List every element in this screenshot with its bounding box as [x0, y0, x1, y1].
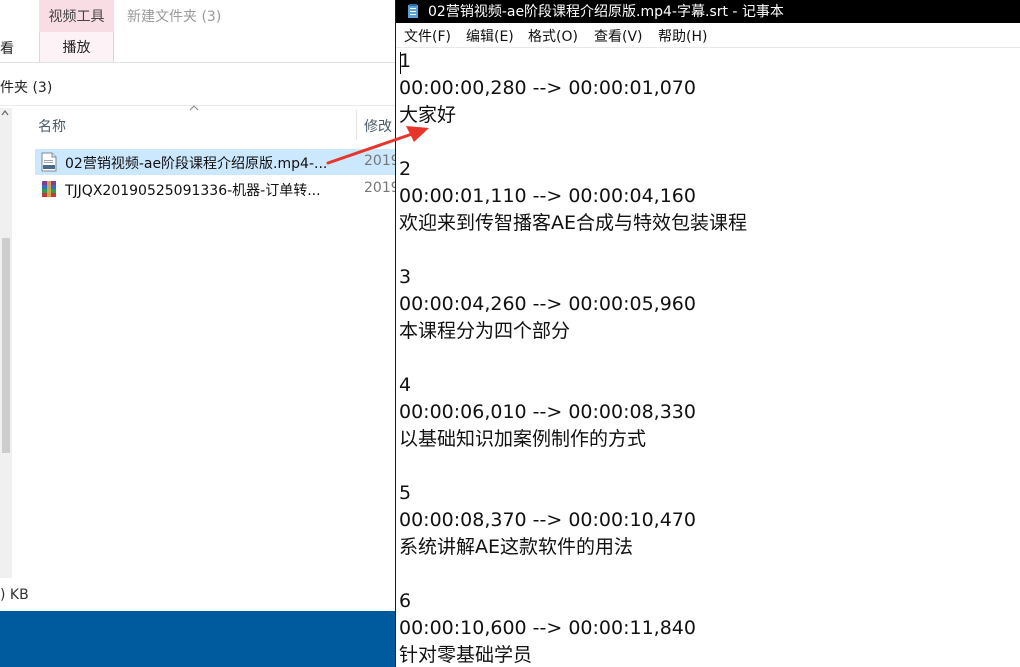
text-line: 本课程分为四个部分: [399, 320, 571, 342]
tab-view[interactable]: 查看: [0, 38, 14, 58]
text-line: [399, 561, 1019, 588]
text-line: 00:00:04,260 --> 00:00:05,960: [399, 293, 696, 315]
notepad-app-icon: [405, 3, 421, 19]
address-text: 件夹 (3): [0, 80, 53, 96]
file-row[interactable]: TJJQX20190525091336-机器-订单转... 2019: [35, 176, 396, 202]
text-line: 大家好: [399, 104, 457, 126]
text-line: 系统讲解AE这款软件的用法: [399, 536, 634, 558]
text-line: 00:00:10,600 --> 00:00:11,840: [399, 617, 696, 639]
file-date: 2019: [364, 153, 396, 169]
menu-format[interactable]: 格式(O): [528, 26, 578, 46]
tab-play[interactable]: 播放: [39, 32, 114, 62]
text-line: [399, 129, 1019, 156]
file-name: TJJQX20190525091336-机器-订单转...: [65, 183, 321, 199]
text-line: 6: [399, 590, 412, 612]
text-line: 00:00:00,280 --> 00:00:01,070: [399, 77, 696, 99]
text-line: [399, 237, 1019, 264]
notepad-window: 02营销视频-ae阶段课程介绍原版.mp4-字幕.srt - 记事本 文件(F)…: [395, 0, 1020, 667]
menu-bar: 文件(F) 编辑(E) 格式(O) 查看(V) 帮助(H): [396, 23, 1020, 48]
sort-ascending-icon: [189, 102, 199, 115]
text-line: 00:00:06,010 --> 00:00:08,330: [399, 401, 696, 423]
file-date: 2019: [364, 180, 396, 196]
file-name: 02营销视频-ae阶段课程介绍原版.mp4-...: [65, 156, 328, 172]
column-header-modified[interactable]: 修改: [364, 116, 392, 136]
text-line: 2: [399, 158, 412, 180]
text-line: 4: [399, 374, 412, 396]
file-row[interactable]: 02营销视频-ae阶段课程介绍原版.mp4-... 2019: [35, 149, 396, 175]
window-title: 新建文件夹 (3): [127, 9, 222, 25]
address-bar[interactable]: 件夹 (3): [0, 63, 396, 106]
navigation-pane-scrollbar[interactable]: [0, 108, 12, 578]
text-line: 以基础知识加案例制作的方式: [399, 428, 647, 450]
winrar-archive-icon: [40, 179, 58, 199]
text-editor-area[interactable]: 1 00:00:00,280 --> 00:00:01,070 大家好 2 00:00:…: [399, 48, 1019, 667]
taskbar: [0, 611, 396, 667]
scrollbar-thumb[interactable]: [2, 238, 10, 453]
text-line: [399, 345, 1019, 372]
ribbon: 查看 视频工具 播放 新建文件夹 (3): [0, 0, 396, 63]
file-explorer-window: 查看 视频工具 播放 新建文件夹 (3) 件夹 (3) 名称 修改 02营销视频…: [0, 0, 396, 667]
text-line: 欢迎来到传智播客AE合成与特效包装课程: [399, 212, 748, 234]
status-selection-size: ) KB: [0, 587, 29, 603]
menu-edit[interactable]: 编辑(E): [466, 26, 514, 46]
text-line: 00:00:01,110 --> 00:00:04,160: [399, 185, 696, 207]
text-line: 针对零基础学员: [399, 644, 533, 666]
text-caret: [400, 52, 401, 74]
text-line: 3: [399, 266, 412, 288]
column-divider[interactable]: [356, 110, 357, 140]
text-line: 5: [399, 482, 412, 504]
text-line: 00:00:08,370 --> 00:00:10,470: [399, 509, 696, 531]
menu-file[interactable]: 文件(F): [404, 26, 451, 46]
video-tools-context-header: 视频工具: [39, 0, 114, 32]
notepad-title: 02营销视频-ae阶段课程介绍原版.mp4-字幕.srt - 记事本: [428, 4, 784, 20]
column-header-name[interactable]: 名称: [38, 116, 66, 136]
text-line: [399, 453, 1019, 480]
menu-help[interactable]: 帮助(H): [658, 26, 707, 46]
text-line: 1: [399, 50, 412, 72]
notepad-title-bar[interactable]: 02营销视频-ae阶段课程介绍原版.mp4-字幕.srt - 记事本: [396, 0, 1020, 23]
menu-view[interactable]: 查看(V): [594, 26, 643, 46]
srt-file-icon: [40, 152, 58, 172]
